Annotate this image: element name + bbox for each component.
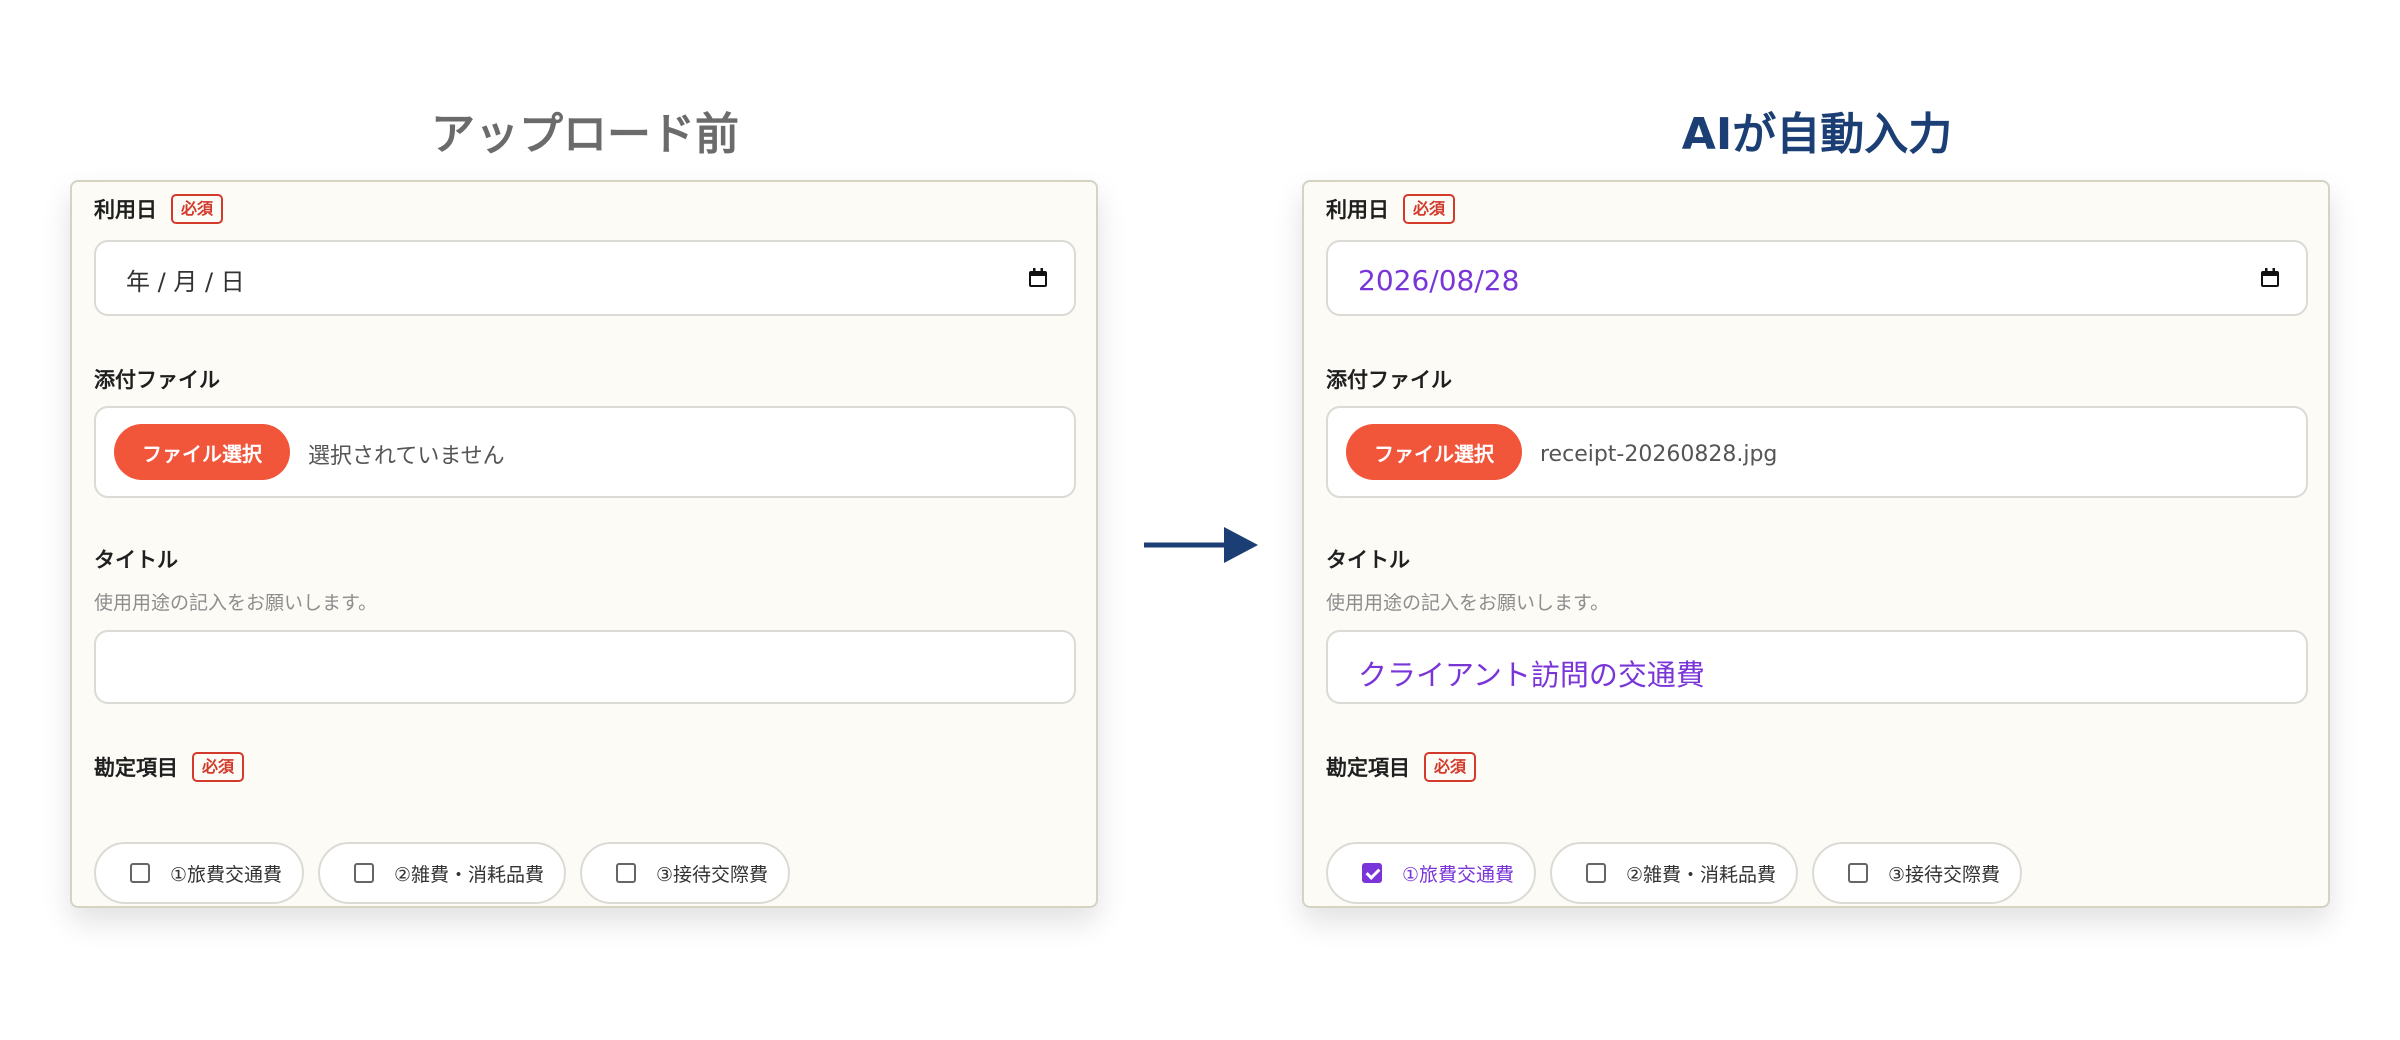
account-label-row: 勘定項目 必須 bbox=[1326, 752, 1477, 782]
date-input[interactable]: 2026/08/28 bbox=[1326, 240, 2308, 316]
file-label: 添付ファイル bbox=[1326, 368, 1452, 392]
right-arrow-icon bbox=[1144, 527, 1258, 563]
account-label: 勘定項目 bbox=[1326, 756, 1410, 780]
account-option-3[interactable]: ③接待交際費 bbox=[580, 842, 790, 904]
before-heading: アップロード前 bbox=[431, 109, 739, 160]
required-badge: 必須 bbox=[192, 752, 245, 782]
account-option-label: ①旅費交通費 bbox=[1402, 863, 1515, 886]
required-badge: 必須 bbox=[1403, 194, 1456, 224]
account-option-label: ②雑費・消耗品費 bbox=[394, 863, 545, 886]
date-label: 利用日 bbox=[1326, 198, 1389, 222]
required-badge: 必須 bbox=[171, 194, 224, 224]
checkbox-icon[interactable] bbox=[616, 863, 636, 883]
account-label: 勘定項目 bbox=[94, 756, 178, 780]
account-option-label: ③接待交際費 bbox=[656, 863, 769, 886]
form-panel-before: 利用日 必須 年 / 月 / 日 添付ファイル ファイル選択 選択されていません… bbox=[70, 180, 1098, 908]
checkbox-icon[interactable] bbox=[1586, 863, 1606, 883]
title-hint: 使用用途の記入をお願いします。 bbox=[1326, 592, 1610, 614]
checkbox-icon[interactable] bbox=[130, 863, 150, 883]
date-input[interactable]: 年 / 月 / 日 bbox=[94, 240, 1076, 316]
account-option-label: ②雑費・消耗品費 bbox=[1626, 863, 1777, 886]
date-value: 2026/08/28 bbox=[1358, 264, 1520, 297]
checkbox-icon[interactable] bbox=[1848, 863, 1868, 883]
account-option-3[interactable]: ③接待交際費 bbox=[1812, 842, 2022, 904]
title-label: タイトル bbox=[94, 548, 178, 572]
checkbox-icon[interactable] bbox=[354, 863, 374, 883]
calendar-icon[interactable] bbox=[2260, 268, 2280, 288]
file-name: receipt-20260828.jpg bbox=[1540, 442, 1778, 467]
title-value: クライアント訪問の交通費 bbox=[1358, 658, 1705, 692]
checkbox-icon[interactable] bbox=[1362, 863, 1382, 883]
file-select-button[interactable]: ファイル選択 bbox=[114, 424, 290, 480]
account-option-2[interactable]: ②雑費・消耗品費 bbox=[318, 842, 566, 904]
file-select-button[interactable]: ファイル選択 bbox=[1346, 424, 1522, 480]
date-label-row: 利用日 必須 bbox=[1326, 194, 1456, 224]
title-input[interactable] bbox=[94, 630, 1076, 704]
file-label: 添付ファイル bbox=[94, 368, 220, 392]
title-input[interactable]: クライアント訪問の交通費 bbox=[1326, 630, 2308, 704]
account-label-row: 勘定項目 必須 bbox=[94, 752, 245, 782]
title-hint: 使用用途の記入をお願いします。 bbox=[94, 592, 378, 614]
title-label: タイトル bbox=[1326, 548, 1410, 572]
after-heading: AIが自動入力 bbox=[1681, 109, 1953, 160]
account-option-2[interactable]: ②雑費・消耗品費 bbox=[1550, 842, 1798, 904]
file-input[interactable]: ファイル選択 選択されていません bbox=[94, 406, 1076, 498]
account-option-label: ③接待交際費 bbox=[1888, 863, 2001, 886]
date-label: 利用日 bbox=[94, 198, 157, 222]
account-option-1[interactable]: ①旅費交通費 bbox=[94, 842, 304, 904]
form-panel-after: 利用日 必須 2026/08/28 添付ファイル ファイル選択 receipt-… bbox=[1302, 180, 2330, 908]
date-label-row: 利用日 必須 bbox=[94, 194, 224, 224]
account-option-label: ①旅費交通費 bbox=[170, 863, 283, 886]
calendar-icon[interactable] bbox=[1028, 268, 1048, 288]
file-status: 選択されていません bbox=[308, 444, 505, 469]
file-input[interactable]: ファイル選択 receipt-20260828.jpg bbox=[1326, 406, 2308, 498]
required-badge: 必須 bbox=[1424, 752, 1477, 782]
date-placeholder: 年 / 月 / 日 bbox=[126, 268, 245, 296]
account-option-1[interactable]: ①旅費交通費 bbox=[1326, 842, 1536, 904]
